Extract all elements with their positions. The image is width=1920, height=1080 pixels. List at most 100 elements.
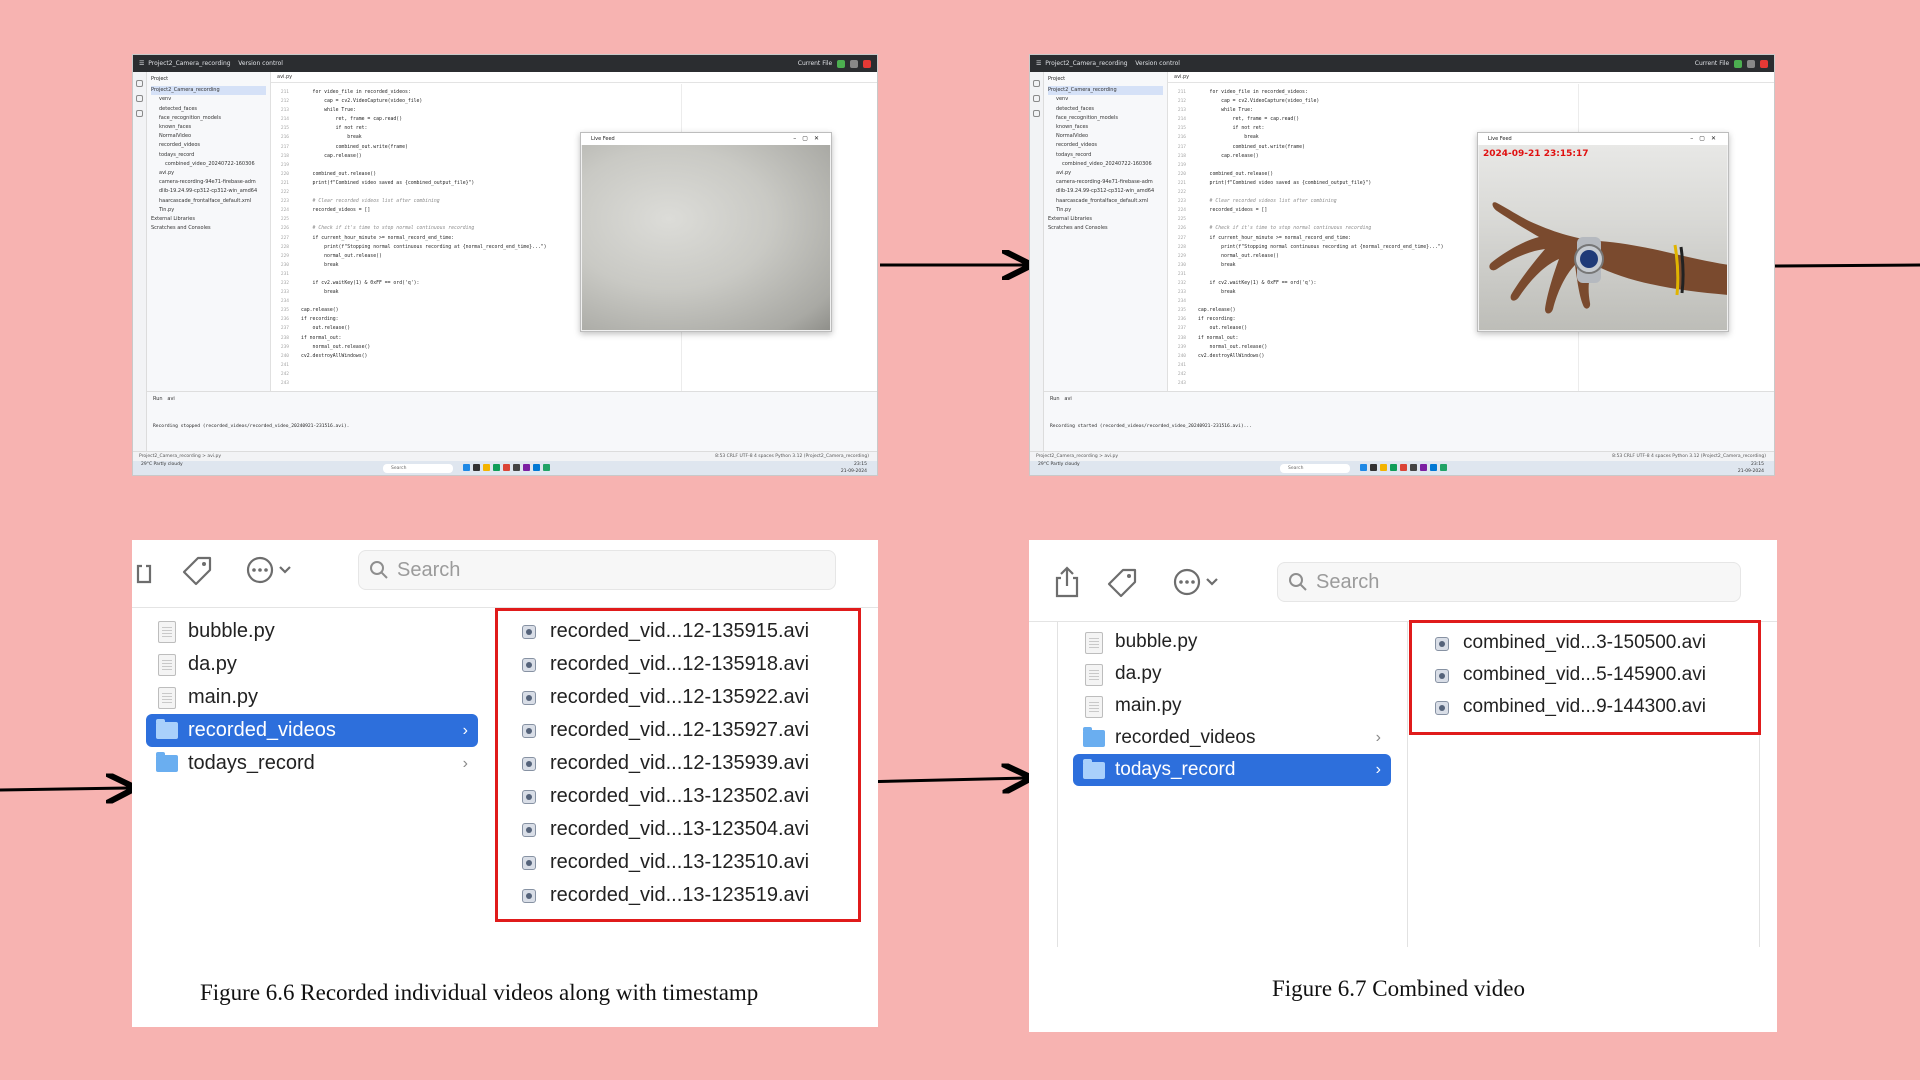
code-line[interactable]: normal_out.release() [1198,343,1774,352]
clock[interactable]: 23:15 21-09-2024 [1738,461,1764,475]
video-file[interactable]: recorded_vid...12-135939.avi [508,747,848,780]
clock[interactable]: 23:15 21-09-2024 [841,461,867,475]
run-tab[interactable]: avi [1064,396,1071,402]
tree-item[interactable]: External Libraries [151,215,266,224]
tag-icon[interactable] [180,552,216,588]
search-input[interactable]: Search [1277,562,1741,602]
tree-item[interactable]: External Libraries [1048,215,1163,224]
folder-todays-record[interactable]: todays_record › [146,747,478,780]
video-file[interactable]: recorded_vid...12-135915.avi [508,615,848,648]
tree-item[interactable]: todays_record [151,151,266,160]
project-tree[interactable]: Project Project2_Camera_recording venv d… [147,72,271,391]
tree-item[interactable]: dlib-19.24.99-cp312-cp312-win_amd64 [151,187,266,196]
video-file[interactable]: recorded_vid...13-123504.avi [508,813,848,846]
code-line[interactable]: if normal_out: [301,334,877,343]
run-label[interactable]: Run [1050,396,1060,402]
tree-item[interactable]: Scratches and Consoles [1048,224,1163,233]
code-line[interactable]: cap = cv2.VideoCapture(video_file) [1198,97,1774,106]
run-icon[interactable] [1734,59,1743,68]
tree-item[interactable]: known_faces [1048,123,1163,132]
taskbar-apps[interactable] [463,464,553,474]
tree-item[interactable]: Scratches and Consoles [151,224,266,233]
code-line[interactable]: normal_out.release() [301,343,877,352]
video-file[interactable]: recorded_vid...13-123510.avi [508,846,848,879]
share-icon[interactable] [1049,564,1085,600]
tree-item[interactable]: combined_video_20240722-160306 [151,160,266,169]
more-actions-icon[interactable] [244,552,296,588]
taskbar-search[interactable]: Search [383,464,453,473]
weather-widget[interactable]: 29°C Partly cloudy [141,461,183,468]
video-file[interactable]: combined_vid...3-150500.avi [1421,627,1751,659]
tree-item[interactable]: detected_faces [1048,105,1163,114]
tree-item[interactable]: known_faces [151,123,266,132]
tree-item[interactable]: combined_video_20240722-160306 [1048,160,1163,169]
code-line[interactable]: cv2.destroyAllWindows() [301,352,877,361]
tree-item[interactable]: todays_record [1048,151,1163,160]
list-item-da[interactable]: da.py [146,648,478,681]
stop-icon[interactable] [863,59,871,68]
live-feed-window[interactable]: Live Feed –▢✕ [580,132,832,332]
run-icon[interactable] [837,59,846,68]
tree-item[interactable]: avi.py [151,169,266,178]
taskbar-apps[interactable] [1360,464,1450,474]
code-line[interactable]: if normal_out: [1198,334,1774,343]
video-file[interactable]: recorded_vid...12-135922.avi [508,681,848,714]
more-actions-icon[interactable] [1171,564,1223,600]
folder-recorded-videos[interactable]: recorded_videos › [1073,722,1391,754]
list-item-bubble[interactable]: bubble.py [146,615,478,648]
tree-item[interactable]: face_recognition_models [1048,114,1163,123]
tag-icon[interactable] [1105,564,1141,600]
tree-item[interactable]: Tin.py [1048,206,1163,215]
share-icon[interactable] [132,552,168,588]
code-line[interactable]: ret, frame = cap.read() [301,115,877,124]
tree-item[interactable]: venv [151,95,266,104]
tree-item[interactable]: recorded_videos [151,141,266,150]
weather-widget[interactable]: 29°C Partly cloudy [1038,461,1080,468]
code-line[interactable]: ret, frame = cap.read() [1198,115,1774,124]
version-control-menu[interactable]: Version control [238,60,283,67]
version-control-menu[interactable]: Version control [1135,60,1180,67]
folder-todays-record[interactable]: todays_record › [1073,754,1391,786]
code-line[interactable] [301,361,877,370]
code-line[interactable]: for video_file in recorded_videos: [301,88,877,97]
current-file-selector[interactable]: Current File [1695,60,1729,67]
tree-item[interactable]: haarcascade_frontalface_default.xml [1048,197,1163,206]
tree-item[interactable]: NormalVideo [1048,132,1163,141]
project-name[interactable]: Project2_Camera_recording [148,60,230,67]
tree-item[interactable]: camera-recording-94e71-firebase-adm [1048,178,1163,187]
tree-item[interactable]: camera-recording-94e71-firebase-adm [151,178,266,187]
folder-recorded-videos[interactable]: recorded_videos › [146,714,478,747]
window-controls[interactable]: –▢✕ [793,133,825,145]
tree-item[interactable]: haarcascade_frontalface_default.xml [151,197,266,206]
tree-item[interactable]: dlib-19.24.99-cp312-cp312-win_amd64 [1048,187,1163,196]
code-line[interactable]: while True: [301,106,877,115]
editor-tab[interactable]: avi.py [277,74,292,80]
breadcrumb[interactable]: Project2_Camera_recording > avi.py [139,454,221,459]
tree-item[interactable]: Tin.py [151,206,266,215]
run-tab[interactable]: avi [167,396,174,402]
debug-icon[interactable] [850,59,859,68]
breadcrumb[interactable]: Project2_Camera_recording > avi.py [1036,454,1118,459]
taskbar-search[interactable]: Search [1280,464,1350,473]
tree-item[interactable]: venv [1048,95,1163,104]
project-tree[interactable]: Project Project2_Camera_recording venv d… [1044,72,1168,391]
code-line[interactable]: cv2.destroyAllWindows() [1198,352,1774,361]
menu-icon[interactable]: ☰ [139,60,144,67]
tree-item[interactable]: detected_faces [151,105,266,114]
debug-icon[interactable] [1747,59,1756,68]
menu-icon[interactable]: ☰ [1036,60,1041,67]
code-line[interactable]: while True: [1198,106,1774,115]
tree-item[interactable]: NormalVideo [151,132,266,141]
tree-item[interactable]: Project2_Camera_recording [1048,86,1163,96]
video-file[interactable]: recorded_vid...13-123519.avi [508,879,848,912]
tree-item[interactable]: recorded_videos [1048,141,1163,150]
list-item-main[interactable]: main.py [146,681,478,714]
video-file[interactable]: recorded_vid...13-123502.avi [508,780,848,813]
stop-icon[interactable] [1760,59,1768,68]
video-file[interactable]: recorded_vid...12-135927.avi [508,714,848,747]
code-line[interactable]: cap = cv2.VideoCapture(video_file) [301,97,877,106]
current-file-selector[interactable]: Current File [798,60,832,67]
list-item-bubble[interactable]: bubble.py [1073,626,1391,658]
code-line[interactable] [1198,361,1774,370]
editor-tab[interactable]: avi.py [1174,74,1189,80]
